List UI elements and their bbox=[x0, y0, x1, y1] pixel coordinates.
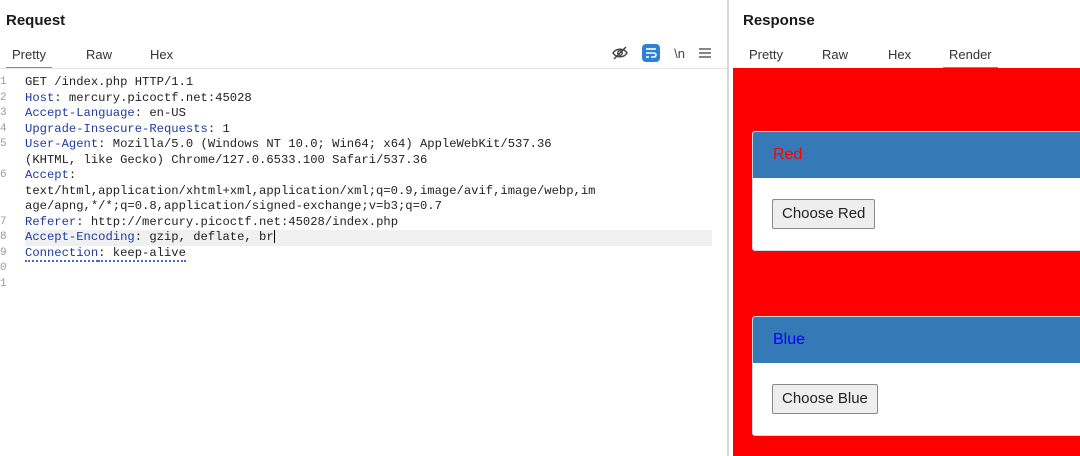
tab-underline-separator bbox=[0, 68, 727, 69]
render-view: Red Choose Red Blue Choose Blue bbox=[733, 68, 1080, 456]
red-card-header: Red bbox=[753, 132, 1080, 178]
line-content: age/apng,*/*;q=0.8,application/signed-ex… bbox=[25, 199, 442, 215]
line-number: 1 bbox=[0, 277, 7, 290]
header-name: User-Agent bbox=[25, 137, 99, 151]
editor-line[interactable]: 4 Upgrade-Insecure-Requests: 1 bbox=[0, 122, 727, 138]
line-content: User-Agent: Mozilla/5.0 (Windows NT 10.0… bbox=[25, 137, 552, 153]
blue-card: Blue Choose Blue bbox=[752, 316, 1080, 436]
header-value: GET /index.php HTTP/1.1 bbox=[25, 75, 194, 89]
line-number: 5 bbox=[0, 138, 7, 150]
editor-line[interactable]: 9 Connection: keep-alive bbox=[0, 245, 727, 262]
header-name: Accept bbox=[25, 168, 69, 182]
header-name: Referer bbox=[25, 214, 77, 229]
line-content: Accept-Language: en-US bbox=[25, 106, 186, 122]
header-name: Upgrade-Insecure-Requests bbox=[25, 121, 208, 136]
header-value: : Mozilla/5.0 (Windows NT 10.0; Win64; x… bbox=[98, 137, 552, 151]
text-cursor bbox=[273, 230, 275, 244]
editor-line[interactable]: 1 bbox=[0, 277, 727, 293]
red-card-body: Choose Red bbox=[753, 178, 1080, 250]
header-value: : mercury.picoctf.net:45028 bbox=[54, 90, 252, 105]
editor-line[interactable]: 0 bbox=[0, 261, 727, 277]
request-editor[interactable]: 1 GET /index.php HTTP/1.1 2 Host: mercury.p… bbox=[0, 70, 727, 456]
response-title: Response bbox=[743, 12, 815, 29]
line-number: 3 bbox=[0, 107, 7, 119]
tab-render[interactable]: Render bbox=[943, 42, 998, 69]
line-content: Accept: bbox=[25, 168, 76, 184]
header-value: (KHTML, like Gecko) Chrome/127.0.6533.10… bbox=[25, 152, 428, 167]
tab-raw[interactable]: Raw bbox=[822, 42, 848, 68]
line-content: GET /index.php HTTP/1.1 bbox=[25, 75, 193, 91]
header-name: Connection bbox=[25, 245, 99, 262]
editor-line[interactable]: 1 GET /index.php HTTP/1.1 bbox=[0, 75, 727, 91]
line-content: Accept-Encoding: gzip, deflate, br bbox=[25, 230, 275, 246]
editor-line[interactable]: 6 Accept: bbox=[0, 168, 727, 184]
header-name: Accept-Encoding bbox=[25, 230, 135, 244]
line-content: Connection: keep-alive bbox=[25, 245, 186, 262]
header-value: : keep-alive bbox=[98, 245, 186, 262]
request-title: Request bbox=[6, 12, 66, 29]
editor-line[interactable]: age/apng,*/*;q=0.8,application/signed-ex… bbox=[0, 199, 727, 215]
line-content: (KHTML, like Gecko) Chrome/127.0.6533.10… bbox=[25, 153, 427, 169]
editor-line[interactable]: 5 User-Agent: Mozilla/5.0 (Windows NT 10.… bbox=[0, 137, 727, 153]
header-value: : 1 bbox=[207, 121, 230, 136]
newline-toggle[interactable]: \n bbox=[674, 46, 685, 61]
choose-blue-button[interactable]: Choose Blue bbox=[772, 384, 878, 414]
blue-card-heading: Blue bbox=[773, 331, 806, 348]
tab-pretty[interactable]: Pretty bbox=[6, 42, 52, 69]
tab-hex[interactable]: Hex bbox=[150, 42, 173, 68]
line-number: 0 bbox=[0, 262, 7, 274]
line-number: 9 bbox=[0, 246, 7, 259]
request-pane: Request Pretty Raw Hex \n 1 GET /index.ph… bbox=[0, 0, 727, 456]
header-value: : gzip, deflate, br bbox=[134, 230, 274, 244]
line-content: Host: mercury.picoctf.net:45028 bbox=[25, 91, 252, 107]
line-content: Referer: http://mercury.picoctf.net:4502… bbox=[25, 215, 398, 231]
header-name: Accept-Language bbox=[25, 106, 135, 120]
editor-line[interactable]: 2 Host: mercury.picoctf.net:45028 bbox=[0, 91, 727, 107]
choose-red-button[interactable]: Choose Red bbox=[772, 199, 876, 229]
editor-line[interactable]: 7 Referer: http://mercury.picoctf.net:450… bbox=[0, 215, 727, 231]
line-number: 4 bbox=[0, 122, 7, 135]
blue-card-body: Choose Blue bbox=[753, 363, 1080, 435]
editor-line[interactable]: 3 Accept-Language: en-US bbox=[0, 106, 727, 122]
header-value: : bbox=[68, 168, 77, 182]
editor-line[interactable]: text/html,application/xhtml+xml,applicat… bbox=[0, 184, 727, 200]
editor-line[interactable]: (KHTML, like Gecko) Chrome/127.0.6533.10… bbox=[0, 153, 727, 169]
header-value: : en-US bbox=[134, 106, 186, 120]
response-pane: Response Pretty Raw Hex Render Red Choos… bbox=[729, 0, 1080, 456]
line-number: 6 bbox=[0, 169, 7, 181]
line-number: 2 bbox=[0, 91, 7, 104]
tab-pretty[interactable]: Pretty bbox=[749, 42, 783, 68]
tab-hex[interactable]: Hex bbox=[888, 42, 911, 68]
line-content: Upgrade-Insecure-Requests: 1 bbox=[25, 122, 230, 138]
wrap-icon[interactable] bbox=[642, 44, 661, 62]
line-number: 8 bbox=[0, 231, 7, 243]
header-value: age/apng,*/*;q=0.8,application/signed-ex… bbox=[25, 199, 442, 213]
editor-line[interactable]: 8 Accept-Encoding: gzip, deflate, br bbox=[0, 230, 727, 246]
tab-raw[interactable]: Raw bbox=[86, 42, 112, 68]
header-name: Host bbox=[25, 90, 55, 105]
line-number: 7 bbox=[0, 215, 7, 228]
red-card: Red Choose Red bbox=[752, 131, 1080, 251]
blue-card-header: Blue bbox=[753, 317, 1080, 363]
line-content: text/html,application/xhtml+xml,applicat… bbox=[25, 184, 595, 200]
hamburger-icon[interactable] bbox=[699, 48, 711, 58]
red-card-heading: Red bbox=[773, 146, 803, 163]
header-value: text/html,application/xhtml+xml,applicat… bbox=[25, 183, 596, 198]
eye-slash-icon[interactable] bbox=[612, 46, 628, 60]
line-number: 1 bbox=[0, 76, 7, 88]
header-value: : http://mercury.picoctf.net:45028/index… bbox=[76, 214, 399, 229]
editor-toolbar: \n bbox=[598, 44, 711, 62]
